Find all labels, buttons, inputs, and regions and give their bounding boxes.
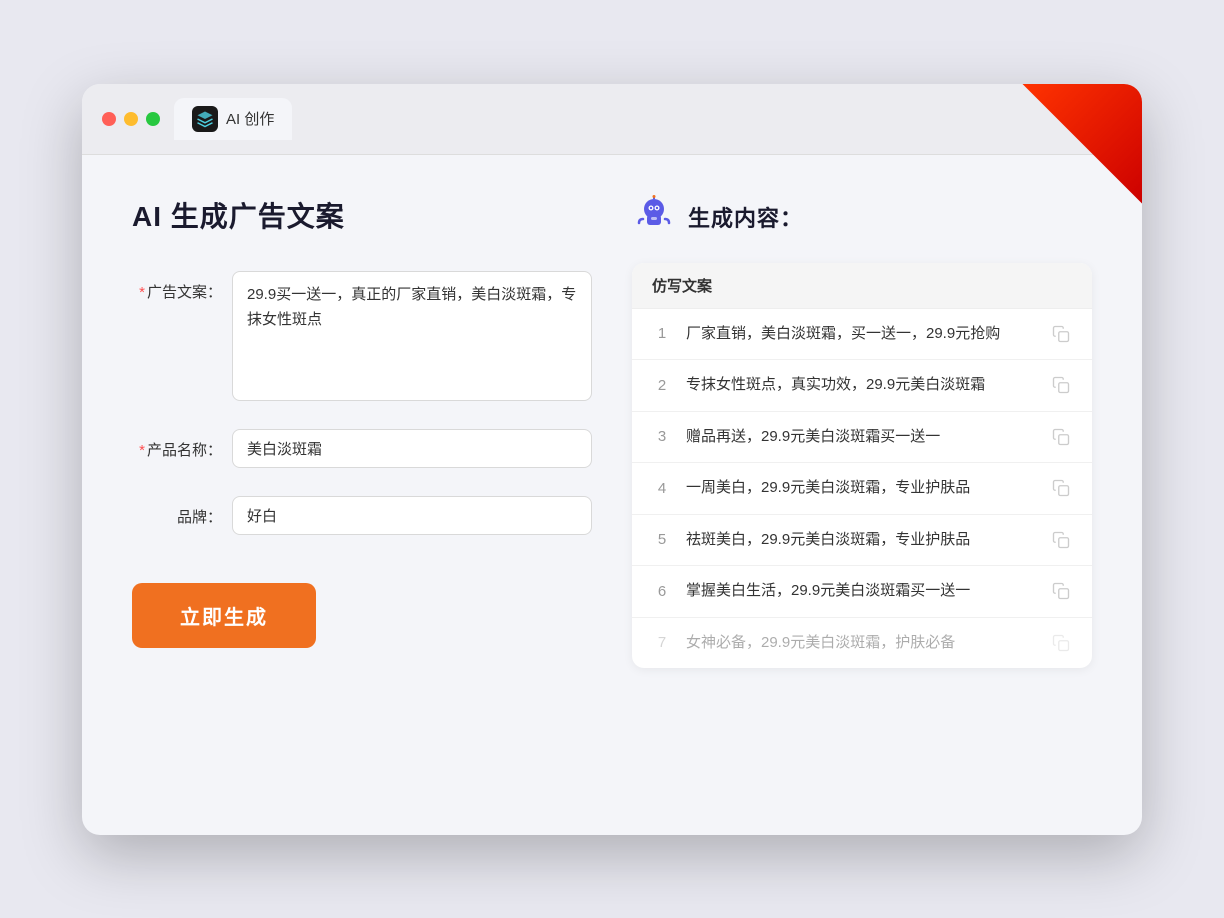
right-header: 生成内容： [632,195,1092,239]
row-text: 专抹女性斑点，真实功效，29.9元美白淡斑霜 [686,374,1036,397]
results-rows: 1 厂家直销，美白淡斑霜，买一送一，29.9元抢购 2 专抹女性斑点，真实功效，… [632,309,1092,669]
row-number: 3 [652,428,672,445]
row-number: 2 [652,377,672,394]
row-text: 一周美白，29.9元美白淡斑霜，专业护肤品 [686,477,1036,500]
copy-icon[interactable] [1050,426,1072,448]
traffic-lights [102,112,160,126]
row-number: 7 [652,634,672,651]
row-text: 厂家直销，美白淡斑霜，买一送一，29.9元抢购 [686,323,1036,346]
brand-input[interactable]: 好白 [232,496,592,535]
copy-icon[interactable] [1050,374,1072,396]
minimize-button[interactable] [124,112,138,126]
copy-icon[interactable] [1050,477,1072,499]
ai-tab-icon [192,106,218,132]
ad-copy-group: *广告文案： 29.9买一送一，真正的厂家直销，美白淡斑霜，专抹女性斑点 [132,271,592,401]
row-text: 掌握美白生活，29.9元美白淡斑霜买一送一 [686,580,1036,603]
result-row: 4 一周美白，29.9元美白淡斑霜，专业护肤品 [632,463,1092,515]
product-name-group: *产品名称： 美白淡斑霜 [132,429,592,468]
close-button[interactable] [102,112,116,126]
required-star-2: * [139,442,145,459]
title-bar: AI 创作 [82,84,1142,155]
right-panel: 生成内容： 仿写文案 1 厂家直销，美白淡斑霜，买一送一，29.9元抢购 2 专… [632,195,1092,795]
result-row: 2 专抹女性斑点，真实功效，29.9元美白淡斑霜 [632,360,1092,412]
right-title: 生成内容： [688,201,803,233]
browser-window: AI 创作 AI 生成广告文案 *广告文案： 29.9买一送一，真正的厂家直销，… [82,84,1142,835]
copy-icon[interactable] [1050,529,1072,551]
row-number: 1 [652,325,672,342]
row-number: 4 [652,480,672,497]
copy-icon[interactable] [1050,632,1072,654]
table-header: 仿写文案 [632,263,1092,309]
result-row: 7 女神必备，29.9元美白淡斑霜，护肤必备 [632,618,1092,669]
robot-icon [632,195,676,239]
brand-group: 品牌： 好白 [132,496,592,535]
result-row: 5 祛斑美白，29.9元美白淡斑霜，专业护肤品 [632,515,1092,567]
brand-label: 品牌： [132,496,222,527]
ai-tab[interactable]: AI 创作 [174,98,292,140]
product-name-input[interactable]: 美白淡斑霜 [232,429,592,468]
maximize-button[interactable] [146,112,160,126]
generate-button[interactable]: 立即生成 [132,583,316,648]
row-text: 祛斑美白，29.9元美白淡斑霜，专业护肤品 [686,529,1036,552]
result-row: 3 赠品再送，29.9元美白淡斑霜买一送一 [632,412,1092,464]
tab-label: AI 创作 [226,108,274,129]
row-text: 女神必备，29.9元美白淡斑霜，护肤必备 [686,632,1036,655]
content-area: AI 生成广告文案 *广告文案： 29.9买一送一，真正的厂家直销，美白淡斑霜，… [82,155,1142,835]
left-panel: AI 生成广告文案 *广告文案： 29.9买一送一，真正的厂家直销，美白淡斑霜，… [132,195,592,795]
row-number: 5 [652,531,672,548]
row-text: 赠品再送，29.9元美白淡斑霜买一送一 [686,426,1036,449]
copy-icon[interactable] [1050,323,1072,345]
copy-icon[interactable] [1050,580,1072,602]
result-row: 1 厂家直销，美白淡斑霜，买一送一，29.9元抢购 [632,309,1092,361]
product-name-label: *产品名称： [132,429,222,460]
row-number: 6 [652,583,672,600]
result-row: 6 掌握美白生活，29.9元美白淡斑霜买一送一 [632,566,1092,618]
results-table: 仿写文案 1 厂家直销，美白淡斑霜，买一送一，29.9元抢购 2 专抹女性斑点，… [632,263,1092,669]
ad-copy-label: *广告文案： [132,271,222,302]
page-title: AI 生成广告文案 [132,195,592,235]
required-star: * [139,284,145,301]
ad-copy-input[interactable]: 29.9买一送一，真正的厂家直销，美白淡斑霜，专抹女性斑点 [232,271,592,401]
